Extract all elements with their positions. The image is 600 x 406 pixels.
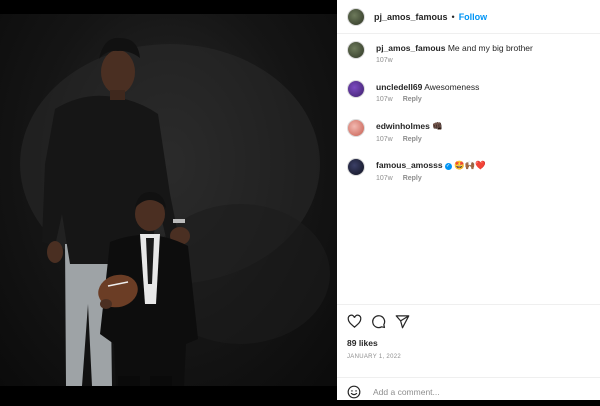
comment-item: uncledell69 Awesomeness 107w Reply — [337, 77, 600, 116]
separator-dot: • — [451, 11, 455, 22]
reply-button[interactable]: Reply — [403, 175, 422, 182]
comment-text: 🤩🙌🏾❤️ — [454, 160, 486, 170]
comment-timestamp[interactable]: 107w — [376, 175, 393, 182]
avatar[interactable] — [347, 119, 365, 137]
post-actions: 89 likes JANUARY 1, 2022 — [337, 304, 600, 401]
comment-icon[interactable] — [371, 314, 386, 329]
comment-text: Awesomeness — [424, 82, 480, 92]
avatar[interactable] — [347, 41, 365, 59]
avatar[interactable] — [347, 7, 365, 26]
caption-username[interactable]: pj_amos_famous — [376, 43, 445, 53]
comment-item: famous_amosss ✓ 🤩🙌🏾❤️ 107w Reply — [337, 155, 600, 194]
caption: pj_amos_famous Me and my big brother 107… — [337, 38, 600, 77]
comment-username[interactable]: famous_amosss — [376, 160, 443, 170]
comment-timestamp[interactable]: 107w — [376, 96, 393, 103]
post-photo[interactable] — [0, 14, 337, 386]
post-date: JANUARY 1, 2022 — [347, 354, 401, 360]
post-detail-panel: pj_amos_famous • Follow pj_amos_famous M… — [337, 0, 600, 400]
verified-badge-icon: ✓ — [444, 163, 452, 170]
emoji-icon[interactable] — [347, 385, 361, 399]
header-username[interactable]: pj_amos_famous — [374, 12, 448, 22]
follow-button[interactable]: Follow — [459, 12, 488, 22]
comment-username[interactable]: edwinholmes — [376, 121, 430, 131]
like-count[interactable]: 89 likes — [347, 338, 378, 348]
comment-text: 👊🏿 — [432, 121, 443, 131]
comment-item: edwinholmes 👊🏿 107w Reply — [337, 116, 600, 155]
avatar[interactable] — [347, 80, 365, 98]
heart-icon[interactable] — [347, 314, 362, 329]
caption-timestamp[interactable]: 107w — [376, 57, 393, 64]
share-icon[interactable] — [395, 314, 410, 329]
comment-list: pj_amos_famous Me and my big brother 107… — [337, 38, 600, 194]
action-icons — [347, 314, 419, 329]
reply-button[interactable]: Reply — [403, 136, 422, 143]
post-media-pane — [0, 0, 337, 400]
photo-illustration — [20, 37, 330, 386]
caption-text: Me and my big brother — [447, 43, 533, 53]
comment-timestamp[interactable]: 107w — [376, 136, 393, 143]
avatar[interactable] — [347, 158, 365, 176]
add-comment-bar — [337, 377, 600, 406]
comment-username[interactable]: uncledell69 — [376, 82, 422, 92]
reply-button[interactable]: Reply — [403, 96, 422, 103]
comment-input[interactable] — [371, 386, 555, 398]
post-header: pj_amos_famous • Follow — [337, 0, 600, 34]
